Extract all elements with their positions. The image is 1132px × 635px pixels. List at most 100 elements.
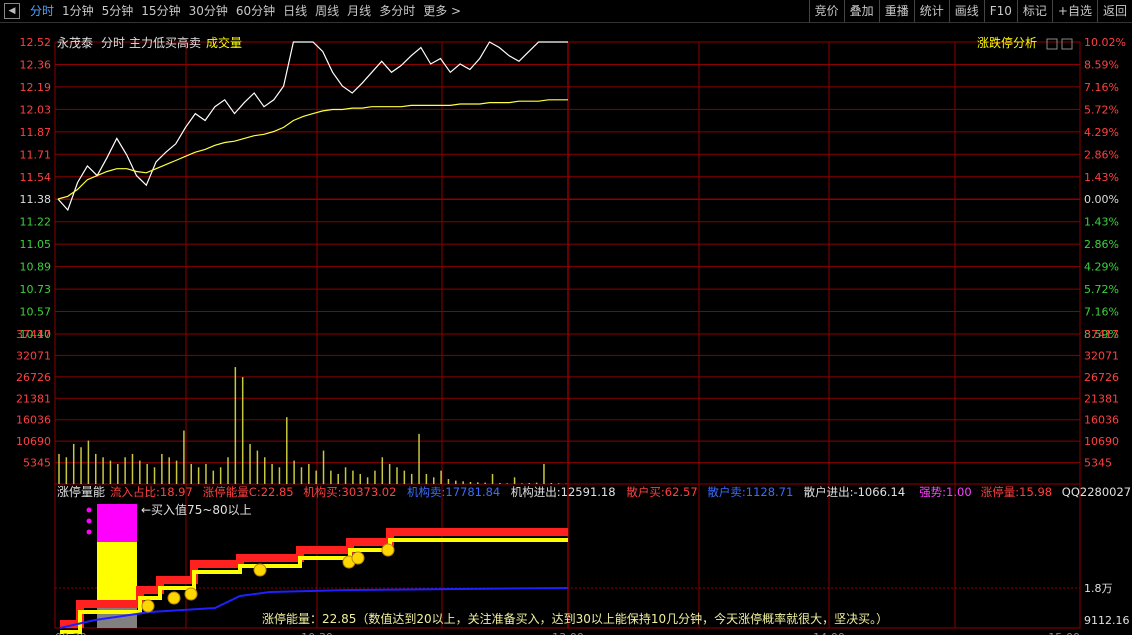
time-axis-label: 13:00: [552, 631, 584, 635]
tab-9[interactable]: 多分时: [375, 0, 419, 22]
smiley-icon: [351, 551, 365, 565]
price-tick-label: 12.03: [20, 103, 52, 116]
toolbar-button-8[interactable]: 返回: [1096, 0, 1132, 22]
smiley-icon: [184, 587, 198, 601]
time-axis-label: 09:30: [55, 631, 87, 635]
toolbar-button-7[interactable]: +自选: [1051, 0, 1097, 22]
tab-6[interactable]: 日线: [279, 0, 311, 22]
indicator-stat-9: 涨停量:15.98: [981, 485, 1052, 499]
tab-1[interactable]: 1分钟: [58, 0, 98, 22]
tabs-host: 分时 1分钟 5分钟 15分钟 30分钟 60分钟 日线 周线 月线 多分时 更多 >: [26, 0, 465, 22]
toolbar-button-3[interactable]: 统计: [913, 0, 949, 22]
volume-tick-label-right: 26726: [1084, 371, 1119, 384]
indicator-stat-0: 流入占比:18.97: [110, 485, 193, 499]
indicator-stat-3: 机构卖:17781.84: [407, 485, 500, 499]
volume-tick-label-right: 21381: [1084, 392, 1119, 405]
indicator-stat-6: 散户卖:1128.71: [707, 485, 793, 499]
settings-icon: [1046, 38, 1058, 50]
period-tabs: ◀ 分时 1分钟 5分钟 15分钟 30分钟 60分钟 日线 周线 月线 多分时 更多 >: [0, 0, 465, 22]
volume-tick-label-right: 16036: [1084, 414, 1119, 427]
right-buttons: 竞价 叠加 重播 统计 画线 F10 标记 +自选 返回: [808, 0, 1132, 22]
indicator-stat-10: QQ2280027: [1062, 485, 1131, 499]
toolbar-button-4[interactable]: 画线: [948, 0, 984, 22]
back-icon[interactable]: ◀: [4, 3, 20, 19]
toolbar-button-6[interactable]: 标记: [1016, 0, 1052, 22]
label-volume: 成交量: [206, 35, 242, 50]
pct-tick-label: 4.29%: [1084, 126, 1119, 139]
price-tick-label: 12.19: [20, 81, 52, 94]
toolbar-button-0[interactable]: 竞价: [808, 0, 844, 22]
label-indicator: 主力低买高卖: [129, 35, 201, 50]
tab-3[interactable]: 15分钟: [137, 0, 184, 22]
pct-tick-label: 2.86%: [1084, 148, 1119, 161]
pct-tick-label: 7.16%: [1084, 81, 1119, 94]
tab-2[interactable]: 5分钟: [98, 0, 138, 22]
time-axis-label: 10:30: [301, 631, 333, 635]
magenta-block: [97, 504, 137, 542]
indicator-name: 涨停量能: [57, 484, 105, 499]
price-line: [57, 41, 568, 212]
yellow-block: [97, 542, 137, 600]
indicator-stat-4: 机构进出:12591.18: [511, 485, 616, 499]
magenta-dot: [86, 518, 92, 524]
volume-tick-label-right: 37417: [1084, 328, 1119, 341]
price-tick-label: 11.71: [20, 148, 52, 161]
bottom-note: 涨停能量：22.85（数值达到20以上，关注准备买入，达到30以上能保持10几分…: [262, 611, 888, 626]
price-tick-label: 12.36: [20, 58, 52, 71]
indicator-stat-1: 涨停能量C:22.85: [203, 485, 294, 499]
volume-tick-label: 10690: [16, 435, 51, 448]
indicator-stat-7: 散户进出:-1066.14: [804, 485, 906, 499]
chart-area[interactable]: 12.52 10.02% 12.36 8.59% 12.19 7.16% 12.03 5.72…: [0, 22, 1132, 635]
toolbar-button-1[interactable]: 叠加: [843, 0, 879, 22]
indicator-tick-label: 9112.16: [1084, 614, 1130, 627]
top-toolbar: ◀ 分时 1分钟 5分钟 15分钟 30分钟 60分钟 日线 周线 月线 多分时 更多 > 竞价 叠加…: [0, 0, 1132, 23]
price-tick-label: 11.54: [20, 171, 52, 184]
price-tick-label: 11.87: [20, 126, 52, 139]
volume-tick-label-right: 10690: [1084, 435, 1119, 448]
price-tick-label: 10.89: [20, 261, 52, 274]
add-icon: [1061, 38, 1073, 50]
tab-8[interactable]: 月线: [343, 0, 375, 22]
pct-tick-label: 10.02%: [1084, 36, 1126, 49]
price-tick-label: 10.57: [20, 306, 52, 319]
right-label: 涨跌停分析: [977, 35, 1037, 50]
smiley-icon: [253, 563, 267, 577]
smiley-icon: [381, 543, 395, 557]
tab-10[interactable]: 更多 >: [419, 0, 465, 22]
avg-price-line: [57, 99, 568, 200]
pct-tick-label: 5.72%: [1084, 283, 1119, 296]
time-axis-label: 15:00: [1048, 631, 1080, 635]
indicator-stat-5: 散户买:62.57: [626, 485, 697, 499]
volume-tick-label: 37417: [16, 328, 51, 341]
price-tick-label: 10.73: [20, 283, 52, 296]
tab-7[interactable]: 周线: [311, 0, 343, 22]
tab-4[interactable]: 30分钟: [185, 0, 232, 22]
indicator-stat-2: 机构买:30373.02: [303, 485, 396, 499]
volume-tick-label: 5345: [23, 457, 51, 470]
stock-name: 永茂泰: [57, 36, 93, 50]
indicator-stat-8: 强势:1.00: [919, 485, 971, 499]
annotation-text: ←买入值75~80以上: [141, 502, 252, 517]
volume-tick-label-right: 32071: [1084, 349, 1119, 362]
pct-tick-label: 4.29%: [1084, 261, 1119, 274]
toolbar-button-5[interactable]: F10: [983, 0, 1017, 22]
tab-5[interactable]: 60分钟: [232, 0, 279, 22]
tab-0[interactable]: 分时: [26, 0, 58, 22]
pct-tick-label: 0.00%: [1084, 193, 1119, 206]
pct-tick-label: 5.72%: [1084, 103, 1119, 116]
price-tick-label: 11.22: [20, 216, 52, 229]
magenta-dot: [86, 529, 92, 535]
magenta-dot: [86, 507, 92, 513]
pct-tick-label: 2.86%: [1084, 238, 1119, 251]
pct-tick-label: 1.43%: [1084, 171, 1119, 184]
pct-tick-label: 1.43%: [1084, 216, 1119, 229]
label-fenshi: 分时: [101, 36, 125, 50]
volume-tick-label: 32071: [16, 349, 51, 362]
pct-tick-label: 7.16%: [1084, 306, 1119, 319]
volume-tick-label-right: 5345: [1084, 457, 1112, 470]
time-axis-label: 14:00: [813, 631, 845, 635]
price-tick-label: 12.52: [20, 36, 52, 49]
indicator-tick-label: 1.8万: [1084, 582, 1113, 595]
price-tick-label: 11.05: [20, 238, 52, 251]
toolbar-button-2[interactable]: 重播: [878, 0, 914, 22]
